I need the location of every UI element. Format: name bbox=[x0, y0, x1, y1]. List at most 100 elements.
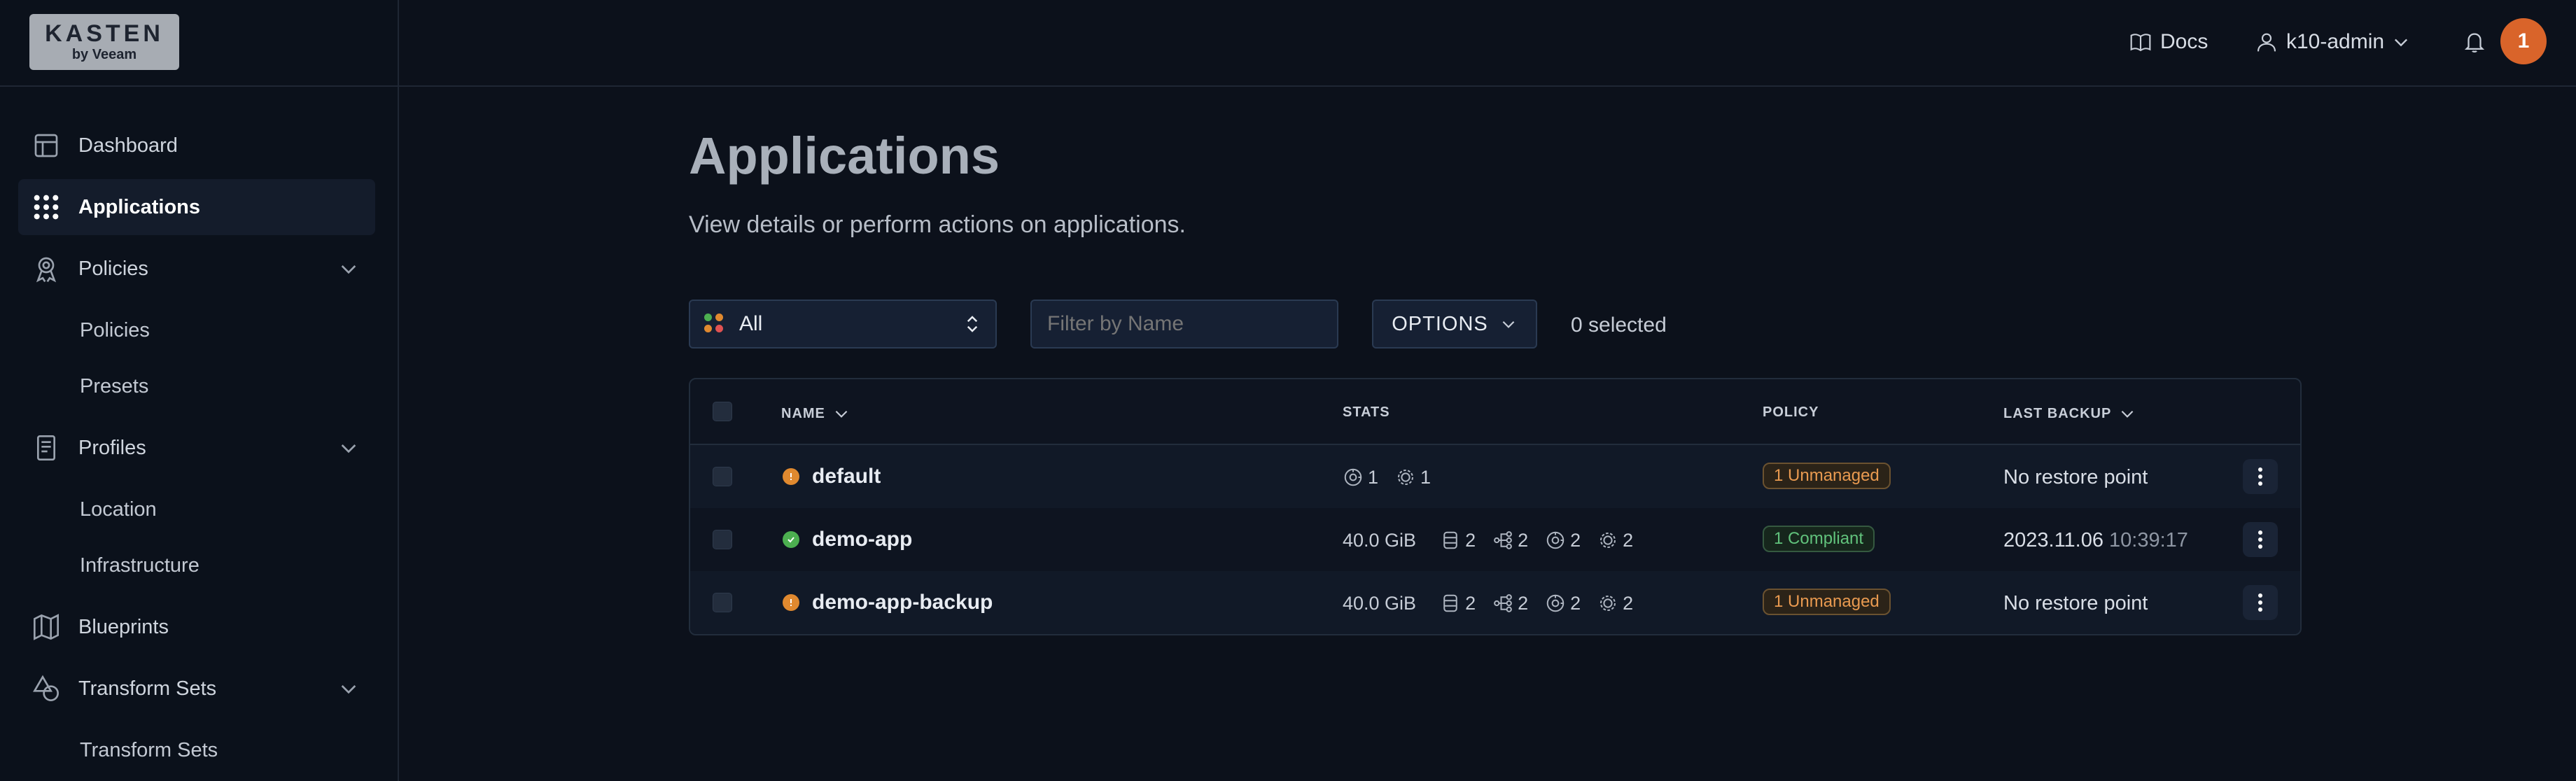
row-actions-button[interactable] bbox=[2243, 459, 2278, 494]
user-name: k10-admin bbox=[2286, 30, 2385, 53]
sidebar-item-applications[interactable]: Applications bbox=[18, 179, 375, 235]
restore-points-stat: 1 bbox=[1343, 467, 1378, 488]
column-last-backup-label: LAST BACKUP bbox=[2003, 405, 2112, 421]
sidebar-item-blueprints[interactable]: Blueprints bbox=[18, 599, 375, 655]
page-title: Applications bbox=[689, 127, 1000, 185]
sidebar-subitem-transform-sets[interactable]: Transform Sets bbox=[80, 739, 218, 762]
logo-wordmark: KASTEN bbox=[45, 20, 164, 47]
volumes-stat: 2 bbox=[1440, 593, 1476, 614]
last-backup-date: 2023.11.06 bbox=[2003, 529, 2104, 551]
policy-gear-icon bbox=[1597, 530, 1623, 551]
notifications-button[interactable] bbox=[2463, 25, 2486, 59]
status-filter-value: All bbox=[739, 312, 763, 335]
restore-point-icon bbox=[1545, 530, 1570, 551]
row-actions-button[interactable] bbox=[2243, 522, 2278, 557]
table-row[interactable]: default 1 1 1 Unmanaged No restore point bbox=[690, 445, 2300, 508]
workloads-count: 2 bbox=[1518, 592, 1529, 614]
chevron-down-icon[interactable] bbox=[337, 258, 360, 280]
size-stat: 40.0 GiB bbox=[1343, 529, 1417, 551]
logo-byline: by Veeam bbox=[71, 47, 137, 62]
select-all-checkbox[interactable] bbox=[713, 402, 732, 421]
warning-icon bbox=[783, 468, 799, 485]
column-header-policy: POLICY bbox=[1763, 404, 1819, 421]
sidebar-subitem-presets[interactable]: Presets bbox=[80, 375, 148, 398]
row-checkbox[interactable] bbox=[713, 530, 732, 549]
chevron-down-icon[interactable] bbox=[337, 437, 360, 459]
kasten-logo[interactable]: KASTEN by Veeam bbox=[29, 14, 179, 70]
sidebar-item-label: Dashboard bbox=[78, 134, 178, 157]
column-header-name[interactable]: NAME bbox=[781, 404, 850, 423]
notification-count-badge[interactable]: 1 bbox=[2500, 18, 2547, 64]
docs-link[interactable]: Docs bbox=[2129, 25, 2208, 59]
sidebar-item-policies[interactable]: Policies bbox=[18, 241, 375, 297]
app-name[interactable]: demo-app bbox=[812, 528, 912, 551]
column-policy-label: POLICY bbox=[1763, 404, 1819, 420]
grid-dots-icon bbox=[28, 189, 64, 225]
policies-stat: 1 bbox=[1395, 467, 1431, 488]
app-name[interactable]: default bbox=[812, 465, 881, 488]
policy-gear-icon bbox=[1395, 467, 1420, 488]
sidebar-subitem-location[interactable]: Location bbox=[80, 498, 157, 521]
chevron-down-icon bbox=[2391, 32, 2411, 52]
workloads-stat: 2 bbox=[1492, 593, 1528, 614]
chevron-down-icon bbox=[832, 404, 850, 423]
more-vertical-icon bbox=[2257, 466, 2264, 487]
policies-stat: 2 bbox=[1597, 593, 1633, 614]
sidebar-item-dashboard[interactable]: Dashboard bbox=[18, 118, 375, 174]
restore-points-count: 2 bbox=[1570, 529, 1581, 551]
sidebar-item-profiles[interactable]: Profiles bbox=[18, 420, 375, 476]
status-dots-icon bbox=[704, 314, 725, 335]
last-backup: 2023.11.06 10:39:17 bbox=[2003, 529, 2188, 552]
workloads-count: 2 bbox=[1518, 529, 1529, 551]
workloads-stat: 2 bbox=[1492, 530, 1528, 551]
chevron-down-icon[interactable] bbox=[337, 677, 360, 700]
volumes-count: 2 bbox=[1465, 592, 1476, 614]
policies-stat: 2 bbox=[1597, 530, 1633, 551]
options-button[interactable]: OPTIONS bbox=[1372, 300, 1537, 349]
table-row[interactable]: demo-app 40.0 GiB 2 2 2 2 1 Compliant 20… bbox=[690, 508, 2300, 571]
size-stat: 40.0 GiB bbox=[1343, 592, 1417, 614]
status-filter-select[interactable]: All bbox=[689, 300, 997, 349]
last-backup-time: 10:39:17 bbox=[2109, 529, 2188, 551]
row-checkbox[interactable] bbox=[713, 593, 732, 612]
app-stats: 1 1 bbox=[1343, 463, 1448, 491]
page-subtitle: View details or perform actions on appli… bbox=[689, 211, 1186, 238]
row-checkbox[interactable] bbox=[713, 467, 732, 486]
workload-tree-icon bbox=[1492, 530, 1518, 551]
last-backup-value: No restore point bbox=[2003, 466, 2148, 488]
restore-points-stat: 2 bbox=[1545, 530, 1581, 551]
user-menu[interactable]: k10-admin bbox=[2255, 25, 2411, 59]
policy-status-badge: 1 Unmanaged bbox=[1763, 463, 1891, 489]
selected-count: 0 selected bbox=[1571, 314, 1667, 337]
shapes-icon bbox=[28, 670, 64, 707]
app-stats: 40.0 GiB 2 2 2 2 bbox=[1343, 589, 1650, 617]
database-icon bbox=[1440, 593, 1465, 614]
more-vertical-icon bbox=[2257, 529, 2264, 550]
header-divider bbox=[399, 85, 2576, 87]
table-row[interactable]: demo-app-backup 40.0 GiB 2 2 2 2 1 Unman… bbox=[690, 571, 2300, 634]
database-icon bbox=[1440, 530, 1465, 551]
row-actions-button[interactable] bbox=[2243, 585, 2278, 620]
sidebar-subitem-infrastructure[interactable]: Infrastructure bbox=[80, 554, 200, 577]
column-header-last-backup[interactable]: LAST BACKUP bbox=[2003, 404, 2136, 423]
restore-points-count: 1 bbox=[1368, 466, 1379, 488]
filter-by-name-input[interactable] bbox=[1030, 300, 1338, 349]
column-stats-label: STATS bbox=[1343, 404, 1390, 420]
more-vertical-icon bbox=[2257, 592, 2264, 613]
last-backup: No restore point bbox=[2003, 466, 2148, 489]
app-name[interactable]: demo-app-backup bbox=[812, 591, 993, 614]
restore-points-stat: 2 bbox=[1545, 593, 1581, 614]
check-icon bbox=[783, 531, 799, 548]
sidebar-subitem-policies[interactable]: Policies bbox=[80, 319, 150, 342]
layout-icon bbox=[28, 127, 64, 164]
map-icon bbox=[28, 609, 64, 645]
select-arrows-icon bbox=[962, 314, 983, 335]
sidebar-item-transform-sets[interactable]: Transform Sets bbox=[18, 661, 375, 717]
volumes-stat: 2 bbox=[1440, 530, 1476, 551]
restore-point-icon bbox=[1545, 593, 1570, 614]
policies-count: 2 bbox=[1623, 529, 1634, 551]
sidebar-item-label: Transform Sets bbox=[78, 677, 217, 700]
document-icon bbox=[28, 430, 64, 466]
chevron-down-icon bbox=[1499, 315, 1518, 333]
column-name-label: NAME bbox=[781, 405, 825, 421]
